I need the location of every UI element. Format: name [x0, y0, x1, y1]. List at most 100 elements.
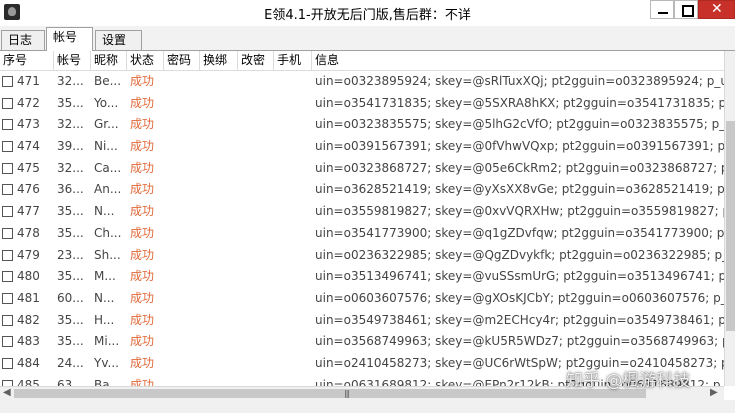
row-checkbox[interactable]: [2, 292, 13, 304]
cell-nickname: Yo...: [94, 95, 119, 110]
table-row[interactable]: 478 35... Ch... 成功 uin=o3541773900; skey=@q1…: [0, 223, 724, 245]
horizontal-scroll-thumb[interactable]: |||: [14, 389, 646, 398]
cell-nickname: N...: [94, 290, 115, 305]
table-row[interactable]: 483 35... Mi... 成功 uin=o3568749963; skey=@kU…: [0, 331, 724, 353]
row-checkbox[interactable]: [2, 249, 13, 261]
row-checkbox[interactable]: [2, 206, 13, 218]
cell-nickname: N...: [94, 204, 115, 219]
table-body: 471 32... Be... 成功 uin=o0323895924; skey=@sR…: [0, 71, 724, 386]
cell-info: uin=o3549738461; skey=@m2ECHcy4r; pt2ggu…: [315, 312, 724, 327]
cell-info: uin=o0391567391; skey=@0fVhwVQxp; pt2ggu…: [315, 139, 724, 154]
cell-status: 成功: [130, 225, 155, 240]
column-header-info[interactable]: 信息: [312, 51, 724, 70]
cell-nickname: M...: [94, 269, 116, 284]
tab-settings[interactable]: 设置: [95, 30, 142, 50]
vertical-scroll-thumb[interactable]: [726, 121, 735, 331]
column-header-phone[interactable]: 手机: [274, 51, 312, 70]
cell-info: uin=o3513496741; skey=@vuSSsmUrG; pt2ggu…: [315, 269, 724, 284]
cell-status: 成功: [130, 204, 155, 219]
cell-info: uin=o3559819827; skey=@0xvVQRXHw; pt2ggu…: [315, 204, 724, 219]
cell-seq: 474: [17, 139, 40, 154]
table-row[interactable]: 472 35... Yo... 成功 uin=o3541731835; skey=@5S…: [0, 93, 724, 115]
cell-info: uin=o3568749963; skey=@kU5R5WDz7; pt2ggu…: [315, 334, 724, 349]
cell-status: 成功: [130, 182, 155, 197]
cell-nickname: Gr...: [94, 117, 119, 132]
scroll-left-icon[interactable]: ◀: [3, 387, 11, 398]
cell-status: 成功: [130, 312, 155, 327]
table-row[interactable]: 479 23... Sh... 成功 uin=o0236322985; skey=@Qg…: [0, 245, 724, 267]
row-checkbox[interactable]: [2, 119, 13, 131]
cell-info: uin=o3541731835; skey=@5SXRA8hKX; pt2ggu…: [315, 95, 724, 110]
row-checkbox[interactable]: [2, 314, 13, 326]
cell-seq: 476: [17, 182, 40, 197]
table-row[interactable]: 471 32... Be... 成功 uin=o0323895924; skey=@sR…: [0, 71, 724, 93]
row-checkbox[interactable]: [2, 141, 13, 153]
minimize-icon: [658, 12, 668, 14]
cell-nickname: Mi...: [94, 334, 120, 349]
cell-status: 成功: [130, 74, 155, 88]
cell-status: 成功: [130, 95, 155, 110]
cell-seq: 477: [17, 204, 40, 219]
cell-seq: 473: [17, 117, 40, 132]
cell-seq: 471: [17, 74, 40, 88]
column-header-account[interactable]: 帐号: [54, 51, 91, 70]
row-checkbox[interactable]: [2, 162, 13, 174]
table-row[interactable]: 475 32... Ca... 成功 uin=o0323868727; skey=@05…: [0, 158, 724, 180]
table-header: 序号 帐号 昵称 状态 密码 换绑 改密 手机 信息: [0, 51, 724, 71]
cell-info: uin=o0603607576; skey=@gXOsKJCbY; pt2ggu…: [315, 290, 724, 305]
column-header-password[interactable]: 密码: [164, 51, 200, 70]
tab-accounts[interactable]: 帐号: [46, 27, 93, 51]
cell-account: 35...: [57, 269, 84, 284]
row-checkbox[interactable]: [2, 97, 13, 109]
table-row[interactable]: 482 35... H... 成功 uin=o3549738461; skey=@m2E…: [0, 310, 724, 332]
cell-seq: 484: [17, 355, 40, 370]
cell-account: 35...: [57, 225, 84, 240]
table-row[interactable]: 480 35... M... 成功 uin=o3513496741; skey=@vuS…: [0, 266, 724, 288]
cell-nickname: Yv...: [94, 355, 119, 370]
row-checkbox[interactable]: [2, 76, 13, 87]
cell-status: 成功: [130, 269, 155, 284]
table-row[interactable]: 476 36... An... 成功 uin=o3628521419; skey=@yX…: [0, 179, 724, 201]
cell-status: 成功: [130, 334, 155, 349]
cell-seq: 480: [17, 269, 40, 284]
table-row[interactable]: 474 39... Ni... 成功 uin=o0391567391; skey=@0f…: [0, 136, 724, 158]
row-checkbox[interactable]: [2, 184, 13, 196]
cell-status: 成功: [130, 139, 155, 154]
vertical-scrollbar[interactable]: [724, 51, 735, 386]
column-header-status[interactable]: 状态: [127, 51, 164, 70]
row-checkbox[interactable]: [2, 271, 13, 283]
column-header-rebind[interactable]: 换绑: [200, 51, 238, 70]
close-button[interactable]: ✕: [698, 0, 735, 19]
table-row[interactable]: 481 60... N... 成功 uin=o0603607576; skey=@gXO…: [0, 288, 724, 310]
column-header-change-password[interactable]: 改密: [238, 51, 274, 70]
maximize-button[interactable]: [674, 0, 698, 19]
table-row[interactable]: 477 35... N... 成功 uin=o3559819827; skey=@0xv…: [0, 201, 724, 223]
scroll-right-icon[interactable]: ▶: [710, 387, 718, 398]
table-row[interactable]: 473 32... Gr... 成功 uin=o0323835575; skey=@5l…: [0, 114, 724, 136]
row-checkbox[interactable]: [2, 336, 13, 348]
column-header-seq[interactable]: 序号: [0, 51, 54, 70]
cell-info: uin=o0323868727; skey=@05e6CkRm2; pt2ggu…: [315, 160, 724, 175]
cell-account: 32...: [57, 117, 84, 132]
cell-nickname: Be...: [94, 74, 122, 88]
column-header-nickname[interactable]: 昵称: [91, 51, 127, 70]
cell-account: 32...: [57, 160, 84, 175]
cell-seq: 483: [17, 334, 40, 349]
cell-account: 60...: [57, 290, 84, 305]
tab-bar: 日志 帐号 设置: [0, 26, 735, 51]
cell-status: 成功: [130, 117, 155, 132]
cell-seq: 485: [17, 377, 40, 386]
minimize-button[interactable]: [650, 0, 674, 19]
title-bar: E领4.1-开放无后门版,售后群：不详 ✕: [0, 0, 735, 27]
cell-account: 32...: [57, 74, 84, 88]
cell-nickname: Sh...: [94, 247, 121, 262]
row-checkbox[interactable]: [2, 227, 13, 239]
close-icon: ✕: [711, 1, 723, 17]
cell-seq: 472: [17, 95, 40, 110]
tab-log[interactable]: 日志: [1, 30, 45, 50]
cell-account: 23...: [57, 247, 84, 262]
cell-account: 35...: [57, 312, 84, 327]
row-checkbox[interactable]: [2, 357, 13, 369]
cell-account: 63...: [57, 377, 84, 386]
cell-status: 成功: [130, 355, 155, 370]
